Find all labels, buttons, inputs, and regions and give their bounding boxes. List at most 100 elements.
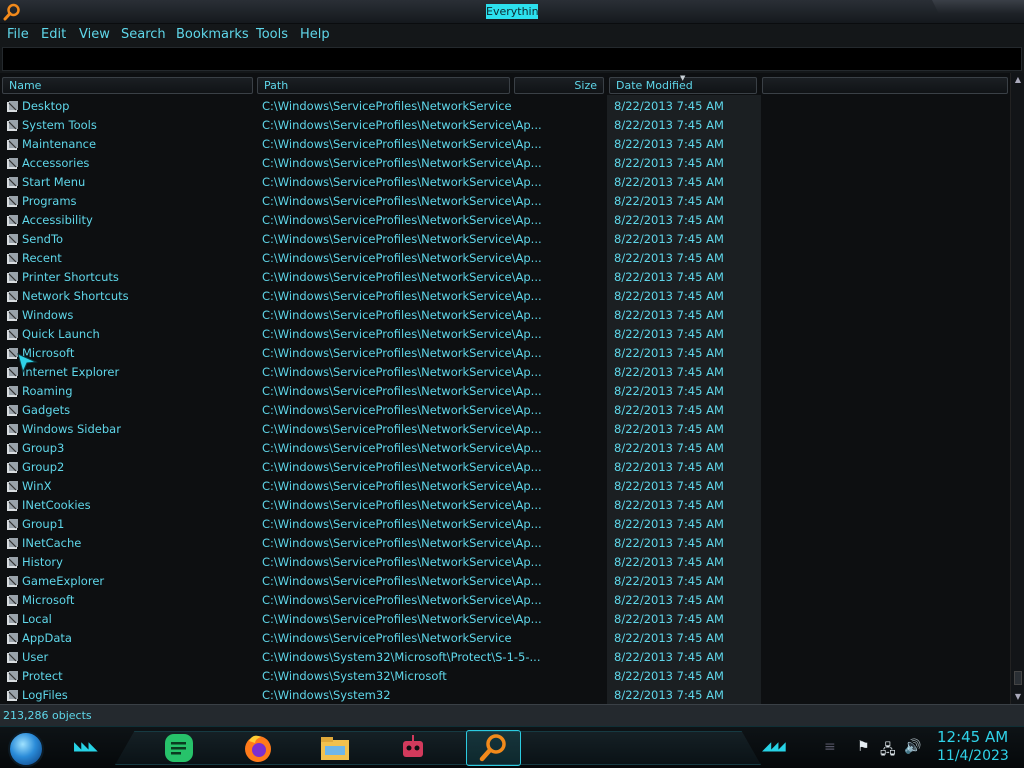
row-date-modified: 8/22/2013 7:45 AM <box>614 384 724 398</box>
table-row[interactable]: Group2 C:\Windows\ServiceProfiles\Network… <box>0 458 1010 477</box>
table-row[interactable]: LogFiles C:\Windows\System32 8/22/2013 7:4… <box>0 686 1010 704</box>
results-list[interactable]: Name Path Size Date Modified ▼ Desktop C:… <box>0 73 1024 704</box>
row-name: Group3 <box>22 441 65 455</box>
row-date-modified: 8/22/2013 7:45 AM <box>614 517 724 531</box>
table-row[interactable]: Start Menu C:\Windows\ServiceProfiles\Net… <box>0 173 1010 192</box>
column-header-empty <box>762 77 1008 94</box>
firefox-icon[interactable] <box>241 731 275 765</box>
row-name: Recent <box>22 251 62 265</box>
table-row[interactable]: Local C:\Windows\ServiceProfiles\NetworkS… <box>0 610 1010 629</box>
table-row[interactable]: Protect C:\Windows\System32\Microsoft 8/22… <box>0 667 1010 686</box>
table-row[interactable]: Programs C:\Windows\ServiceProfiles\Netwo… <box>0 192 1010 211</box>
table-row[interactable]: System Tools C:\Windows\ServiceProfiles\N… <box>0 116 1010 135</box>
everything-search-icon[interactable] <box>476 731 510 765</box>
row-path: C:\Windows\ServiceProfiles\NetworkServic… <box>262 213 542 227</box>
window-title: Everything <box>486 4 538 19</box>
row-date-modified: 8/22/2013 7:45 AM <box>614 118 724 132</box>
row-path: C:\Windows\ServiceProfiles\NetworkServic… <box>262 422 542 436</box>
table-row[interactable]: Maintenance C:\Windows\ServiceProfiles\Ne… <box>0 135 1010 154</box>
scroll-down-icon[interactable]: ▼ <box>1013 692 1023 702</box>
table-row[interactable]: Recent C:\Windows\ServiceProfiles\Network… <box>0 249 1010 268</box>
row-path: C:\Windows\ServiceProfiles\NetworkServic… <box>262 232 542 246</box>
menu-file[interactable]: File <box>7 26 29 43</box>
table-row[interactable]: Internet Explorer C:\Windows\ServiceProfi… <box>0 363 1010 382</box>
row-date-modified: 8/22/2013 7:45 AM <box>614 422 724 436</box>
table-row[interactable]: Accessibility C:\Windows\ServiceProfiles\… <box>0 211 1010 230</box>
table-row[interactable]: Desktop C:\Windows\ServiceProfiles\Networ… <box>0 97 1010 116</box>
menu-tools[interactable]: Tools <box>256 26 288 43</box>
table-row[interactable]: AppData C:\Windows\ServiceProfiles\Networ… <box>0 629 1010 648</box>
folder-icon <box>7 690 18 701</box>
table-row[interactable]: Gadgets C:\Windows\ServiceProfiles\Networ… <box>0 401 1010 420</box>
network-icon[interactable]: 🖧 <box>880 739 896 763</box>
row-path: C:\Windows\ServiceProfiles\NetworkServic… <box>262 365 542 379</box>
object-count: 213,286 objects <box>3 709 92 722</box>
search-bar <box>0 45 1024 73</box>
window-controls[interactable] <box>932 0 1024 14</box>
menu-search[interactable]: Search <box>121 26 166 43</box>
row-date-modified: 8/22/2013 7:45 AM <box>614 574 724 588</box>
scroll-up-icon[interactable]: ▲ <box>1013 75 1023 85</box>
mouse-cursor-icon <box>17 353 38 374</box>
table-row[interactable]: Windows C:\Windows\ServiceProfiles\Networ… <box>0 306 1010 325</box>
table-row[interactable]: Group3 C:\Windows\ServiceProfiles\Network… <box>0 439 1010 458</box>
row-date-modified: 8/22/2013 7:45 AM <box>614 156 724 170</box>
title-bar: Everything <box>0 0 1024 24</box>
table-row[interactable]: Microsoft C:\Windows\ServiceProfiles\Netw… <box>0 591 1010 610</box>
folder-icon <box>7 291 18 302</box>
table-row[interactable]: Roaming C:\Windows\ServiceProfiles\Networ… <box>0 382 1010 401</box>
robot-icon[interactable] <box>396 731 430 765</box>
table-row[interactable]: INetCookies C:\Windows\ServiceProfiles\Ne… <box>0 496 1010 515</box>
row-path: C:\Windows\ServiceProfiles\NetworkServic… <box>262 194 542 208</box>
table-row[interactable]: GameExplorer C:\Windows\ServiceProfiles\N… <box>0 572 1010 591</box>
row-name: Local <box>22 612 52 626</box>
clock-time[interactable]: 12:45 AM <box>937 728 1008 746</box>
notes-icon[interactable] <box>162 731 196 765</box>
table-row[interactable]: SendTo C:\Windows\ServiceProfiles\Network… <box>0 230 1010 249</box>
everything-search-icon[interactable] <box>3 3 21 21</box>
row-path: C:\Windows\ServiceProfiles\NetworkServic… <box>262 555 542 569</box>
table-row[interactable]: Network Shortcuts C:\Windows\ServiceProfi… <box>0 287 1010 306</box>
row-path: C:\Windows\ServiceProfiles\NetworkServic… <box>262 289 542 303</box>
row-date-modified: 8/22/2013 7:45 AM <box>614 99 724 113</box>
file-explorer-icon[interactable] <box>318 731 352 765</box>
row-date-modified: 8/22/2013 7:45 AM <box>614 536 724 550</box>
row-date-modified: 8/22/2013 7:45 AM <box>614 365 724 379</box>
folder-icon <box>7 386 18 397</box>
menu-help[interactable]: Help <box>300 26 330 43</box>
table-row[interactable]: WinX C:\Windows\ServiceProfiles\NetworkSe… <box>0 477 1010 496</box>
table-row[interactable]: History C:\Windows\ServiceProfiles\Networ… <box>0 553 1010 572</box>
chevron-right-icon: ◢◢◢ <box>762 739 786 753</box>
table-row[interactable]: Printer Shortcuts C:\Windows\ServiceProfi… <box>0 268 1010 287</box>
flag-icon[interactable]: ⚑ <box>857 739 870 755</box>
folder-icon <box>7 234 18 245</box>
clock-date[interactable]: 11/4/2023 <box>937 748 1009 764</box>
table-row[interactable]: Group1 C:\Windows\ServiceProfiles\Network… <box>0 515 1010 534</box>
menu-bookmarks[interactable]: Bookmarks <box>176 26 249 43</box>
column-header-path[interactable]: Path <box>257 77 510 94</box>
row-path: C:\Windows\ServiceProfiles\NetworkServic… <box>262 498 542 512</box>
column-header-size[interactable]: Size <box>514 77 604 94</box>
row-path: C:\Windows\System32\Microsoft\Protect\S-… <box>262 650 541 664</box>
table-row[interactable]: Accessories C:\Windows\ServiceProfiles\Ne… <box>0 154 1010 173</box>
table-row[interactable]: User C:\Windows\System32\Microsoft\Protec… <box>0 648 1010 667</box>
row-name: Start Menu <box>22 175 86 189</box>
menu-view[interactable]: View <box>79 26 110 43</box>
volume-icon[interactable]: 🔊 <box>904 739 921 755</box>
table-row[interactable]: Windows Sidebar C:\Windows\ServiceProfile… <box>0 420 1010 439</box>
vertical-scrollbar[interactable]: ▲ ▼ <box>1010 73 1024 704</box>
table-row[interactable]: Microsoft C:\Windows\ServiceProfiles\Netw… <box>0 344 1010 363</box>
table-row[interactable]: INetCache C:\Windows\ServiceProfiles\Netw… <box>0 534 1010 553</box>
menu-edit[interactable]: Edit <box>41 26 66 43</box>
row-date-modified: 8/22/2013 7:45 AM <box>614 270 724 284</box>
folder-icon <box>7 310 18 321</box>
row-name: INetCache <box>22 536 82 550</box>
menu-bar: File Edit View Search Bookmarks Tools He… <box>0 24 1024 45</box>
search-input[interactable] <box>2 47 1022 71</box>
tray-overflow-icon[interactable]: ≡ <box>824 739 836 755</box>
row-name: INetCookies <box>22 498 91 512</box>
start-button[interactable] <box>8 731 44 767</box>
scroll-thumb[interactable] <box>1014 671 1022 685</box>
table-row[interactable]: Quick Launch C:\Windows\ServiceProfiles\N… <box>0 325 1010 344</box>
column-header-name[interactable]: Name <box>2 77 253 94</box>
